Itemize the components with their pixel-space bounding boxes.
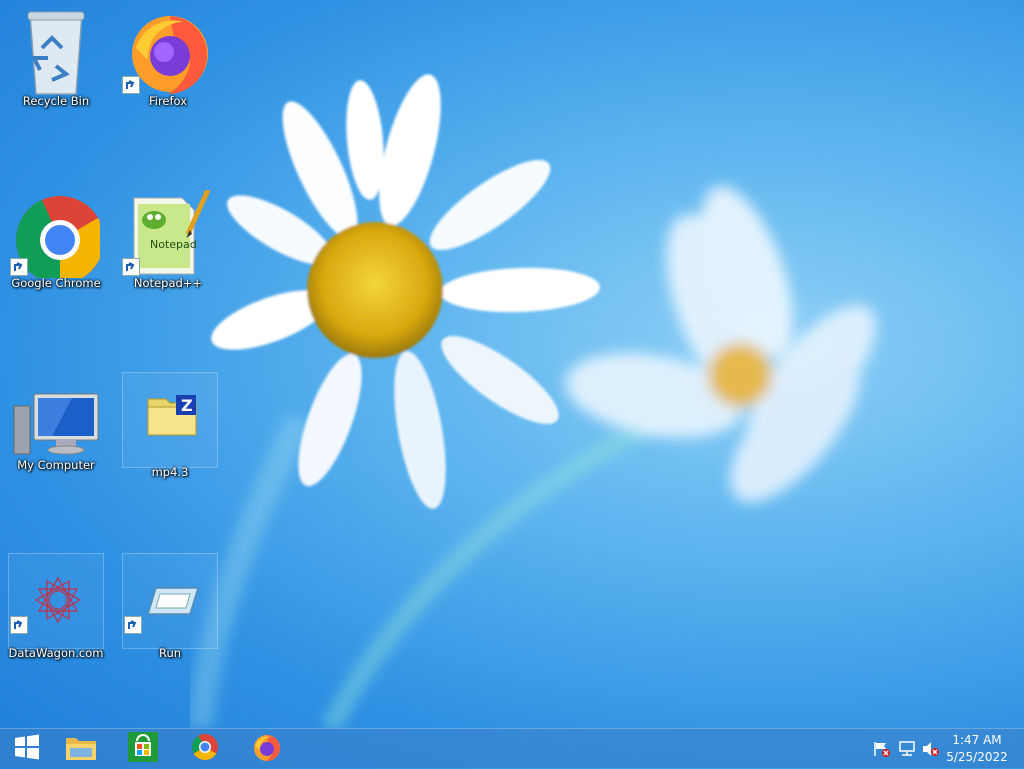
chrome-icon bbox=[191, 733, 219, 765]
svg-text:Z: Z bbox=[181, 396, 193, 415]
desktop-icon-label: My Computer bbox=[17, 458, 95, 472]
desktop[interactable]: Recycle Bin Firefox Google Chrome Notepa… bbox=[0, 0, 1024, 728]
firefox-icon bbox=[122, 8, 212, 96]
volume-muted-icon[interactable] bbox=[922, 741, 940, 757]
clock-date: 5/25/2022 bbox=[946, 750, 1008, 764]
taskbar[interactable]: 1:47 AM 5/25/2022 bbox=[0, 728, 1024, 768]
desktop-icon-label: Notepad++ bbox=[133, 276, 203, 290]
desktop-icon-label: DataWagon.com bbox=[8, 646, 104, 660]
recycle-bin-icon bbox=[12, 8, 100, 96]
desktop-icon-my-computer[interactable]: My Computer bbox=[8, 368, 104, 472]
taskbar-chrome[interactable] bbox=[178, 729, 232, 769]
firefox-icon bbox=[252, 732, 282, 766]
taskbar-file-explorer[interactable] bbox=[54, 729, 108, 769]
shortcut-arrow-icon bbox=[124, 616, 142, 634]
zip-folder-icon: Z bbox=[126, 373, 214, 461]
desktop-icon-mp4-3[interactable]: Z mp4.3 bbox=[122, 372, 218, 479]
desktop-icon-recycle-bin[interactable]: Recycle Bin bbox=[8, 4, 104, 108]
notepad-plus-plus-icon: Notepad bbox=[122, 188, 212, 278]
chrome-icon bbox=[10, 190, 104, 284]
action-center-flag-icon[interactable] bbox=[873, 741, 891, 757]
datawagon-logo-icon bbox=[10, 554, 100, 642]
run-icon bbox=[124, 554, 214, 642]
shortcut-arrow-icon bbox=[10, 258, 28, 276]
desktop-icon-google-chrome[interactable]: Google Chrome bbox=[8, 186, 104, 290]
computer-icon bbox=[12, 372, 100, 460]
desktop-icon-firefox[interactable]: Firefox bbox=[120, 4, 216, 108]
desktop-icon-notepad-plus-plus[interactable]: Notepad Notepad++ bbox=[120, 186, 216, 290]
desktop-icon-label: Firefox bbox=[148, 94, 188, 108]
svg-text:Notepad: Notepad bbox=[150, 238, 197, 251]
file-explorer-icon bbox=[64, 732, 98, 766]
shortcut-arrow-icon bbox=[10, 616, 28, 634]
taskbar-firefox[interactable] bbox=[240, 729, 294, 769]
desktop-icon-datawagon[interactable]: DataWagon.com bbox=[8, 553, 104, 660]
desktop-icon-label: Run bbox=[158, 646, 182, 660]
desktop-icon-label: Google Chrome bbox=[11, 276, 101, 290]
desktop-icon-label: mp4.3 bbox=[151, 465, 189, 479]
desktop-icon-run[interactable]: Run bbox=[122, 553, 218, 660]
shortcut-arrow-icon bbox=[122, 258, 140, 276]
desktop-icon-label: Recycle Bin bbox=[22, 94, 90, 108]
clock-time: 1:47 AM bbox=[952, 733, 1002, 747]
store-icon bbox=[128, 732, 158, 766]
taskbar-store[interactable] bbox=[116, 729, 170, 769]
network-icon[interactable] bbox=[898, 741, 916, 757]
start-icon bbox=[14, 734, 40, 764]
shortcut-arrow-icon bbox=[122, 76, 140, 94]
system-clock[interactable]: 1:47 AM 5/25/2022 bbox=[942, 732, 1012, 766]
start-button[interactable] bbox=[0, 729, 54, 769]
